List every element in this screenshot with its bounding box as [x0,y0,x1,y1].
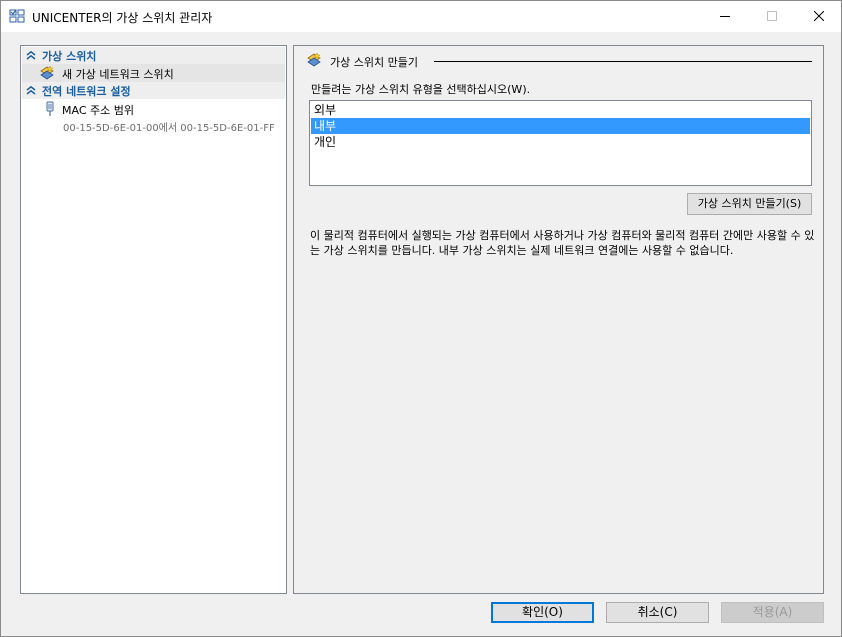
network-adapter-icon [46,101,54,116]
list-item-private[interactable]: 개인 [311,134,810,150]
section-title: 가상 스위치 만들기 [330,56,418,69]
list-item-internal[interactable]: 내부 [311,118,810,134]
create-virtual-switch-button[interactable]: 가상 스위치 만들기(S) [687,193,812,215]
tree-item-label: MAC 주소 범위 [62,104,134,117]
navigation-tree: 가상 스위치 새 가상 네트워크 스위치 전역 네트워크 설정 MAC 주소 범… [20,45,287,594]
minimize-button[interactable] [702,1,748,32]
close-icon [814,11,824,21]
list-item-external[interactable]: 외부 [311,102,810,118]
section-header-label: 가상 스위치 [42,50,97,63]
virtual-switch-manager-icon [9,9,25,23]
collapse-chevron-icon [26,86,36,95]
section-divider [434,61,812,62]
switch-type-prompt: 만들려는 가상 스위치 유형을 선택하십시오(W). [311,83,531,96]
collapse-chevron-icon [26,51,36,60]
section-header-virtual-switches[interactable]: 가상 스위치 [22,47,285,64]
tree-item-new-virtual-switch[interactable]: 새 가상 네트워크 스위치 [22,64,285,82]
maximize-icon [767,11,777,21]
virtual-switch-icon [40,65,54,80]
virtual-switch-icon [307,52,321,67]
close-button[interactable] [796,1,842,32]
section-header-label: 전역 네트워크 설정 [42,85,131,98]
switch-type-description: 이 물리적 컴퓨터에서 실행되는 가상 컴퓨터에서 사용하거나 가상 컴퓨터와 … [310,229,815,257]
minimize-icon [720,16,730,17]
title-bar: UNICENTER의 가상 스위치 관리자 [1,1,841,32]
ok-button[interactable]: 확인(O) [491,602,594,623]
window-title: UNICENTER의 가상 스위치 관리자 [32,11,213,25]
switch-type-listbox[interactable]: 외부 내부 개인 [309,100,812,186]
details-panel: 가상 스위치 만들기 만들려는 가상 스위치 유형을 선택하십시오(W). 외부… [293,45,824,594]
cancel-button[interactable]: 취소(C) [606,602,709,623]
maximize-button [749,1,795,32]
apply-button: 적용(A) [721,602,824,623]
tree-item-label: 새 가상 네트워크 스위치 [62,68,174,81]
tree-item-mac-address-range[interactable]: MAC 주소 범위 [22,100,285,118]
section-header-global-network-settings[interactable]: 전역 네트워크 설정 [22,82,285,99]
virtual-switch-manager-window: UNICENTER의 가상 스위치 관리자 가상 스위치 새 가상 네트워크 스… [0,0,842,637]
mac-range-value: 00-15-5D-6E-01-00에서 00-15-5D-6E-01-FF [63,123,275,134]
